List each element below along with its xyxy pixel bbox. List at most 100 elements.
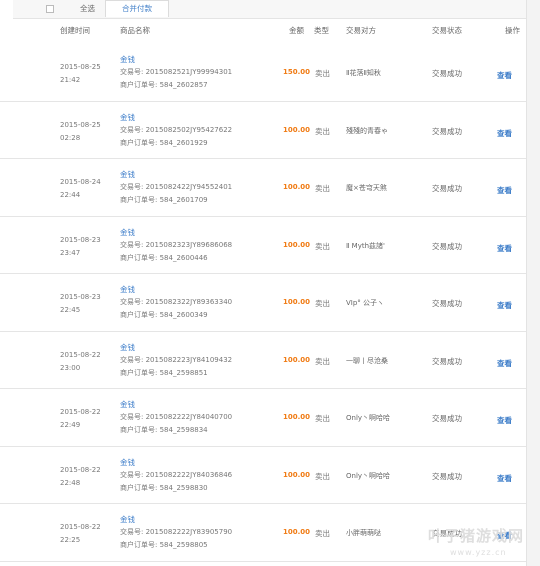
table-row: 2015-08-23 23:47 金钱 交易号: 2015082323JY8968… [0, 217, 527, 274]
trade-number: 交易号: 2015082422JY94552401 [120, 181, 232, 194]
order-number-label: 商户订单号: [120, 541, 158, 549]
goods-name-link[interactable]: 金钱 [120, 341, 232, 354]
trade-number: 交易号: 2015082323JY89686068 [120, 239, 232, 252]
created-time: 2015-08-23 23:47 [60, 234, 101, 260]
order-number-value: 584_2602857 [159, 81, 208, 89]
list-toolbar: 全选 合并付款 [13, 0, 527, 19]
trade-number: 交易号: 2015082521JY99994301 [120, 66, 232, 79]
view-link[interactable]: 查看 [497, 70, 512, 81]
counterparty: Only丶啊哈哈 [346, 414, 391, 422]
vertical-scrollbar[interactable] [526, 0, 540, 566]
trade-amount: 100.00 [283, 470, 311, 479]
select-all-checkbox[interactable] [46, 5, 54, 13]
created-date: 2015-08-24 [60, 178, 101, 186]
order-number-label: 商户订单号: [120, 81, 158, 89]
trade-number: 交易号: 2015082223JY84109432 [120, 354, 232, 367]
goods-name-link[interactable]: 金钱 [120, 398, 232, 411]
created-clock: 23:00 [60, 363, 81, 372]
goods-info: 金钱 交易号: 2015082322JY89363340 商户订单号: 584_… [120, 283, 232, 322]
order-number: 商户订单号: 584_2598834 [120, 424, 232, 437]
order-number-value: 584_2598805 [159, 541, 208, 549]
order-number-value: 584_2598834 [159, 426, 208, 434]
view-link[interactable]: 查看 [497, 415, 512, 426]
trade-list: 2015-08-25 21:42 金钱 交易号: 2015082521JY9999… [0, 44, 527, 562]
table-row: 2015-08-25 21:42 金钱 交易号: 2015082521JY9999… [0, 44, 527, 102]
created-time: 2015-08-22 22:48 [60, 464, 101, 490]
goods-info: 金钱 交易号: 2015082422JY94552401 商户订单号: 584_… [120, 168, 232, 207]
trade-number-label: 交易号: [120, 413, 144, 421]
trade-number-value: 2015082222JY83905790 [145, 528, 233, 536]
created-date: 2015-08-23 [60, 235, 101, 244]
view-link[interactable]: 查看 [497, 128, 512, 139]
trade-type: 卖出 [315, 529, 330, 538]
goods-name-link[interactable]: 金钱 [120, 168, 232, 181]
goods-info: 金钱 交易号: 2015082502JY95427622 商户订单号: 584_… [120, 111, 232, 150]
trade-number-value: 2015082521JY99994301 [145, 68, 233, 76]
counterparty: 殘殘的青春ゃ [346, 126, 388, 135]
order-number: 商户订单号: 584_2601929 [120, 137, 232, 150]
trade-type: 卖出 [315, 471, 330, 481]
goods-name-link[interactable]: 金钱 [120, 513, 232, 526]
table-row: 2015-08-23 22:45 金钱 交易号: 2015082322JY8936… [0, 274, 527, 332]
view-link[interactable]: 查看 [497, 473, 512, 484]
created-time: 2015-08-23 22:45 [60, 291, 101, 317]
trade-status: 交易成功 [432, 126, 462, 136]
trade-number-value: 2015082502JY95427622 [145, 125, 233, 134]
trade-amount: 100.00 [283, 183, 311, 191]
trade-number: 交易号: 2015082222JY84040700 [120, 411, 232, 424]
order-number-value: 584_2601709 [159, 196, 208, 204]
counterparty: Only丶啊哈哈 [346, 471, 391, 480]
order-number-value: 584_2600446 [159, 253, 208, 262]
goods-name-link[interactable]: 金钱 [120, 283, 232, 296]
trade-status: 交易成功 [432, 471, 462, 481]
order-number: 商户订单号: 584_2602857 [120, 79, 232, 92]
trade-status: 交易成功 [432, 184, 462, 193]
column-type: 类型 [314, 26, 329, 35]
trade-amount: 100.00 [283, 413, 311, 421]
created-time: 2015-08-22 22:49 [60, 406, 101, 432]
merge-pay-button[interactable]: 合并付款 [105, 0, 169, 17]
order-number-label: 商户订单号: [120, 483, 158, 492]
column-created: 创建时间 [60, 26, 90, 35]
goods-name-link[interactable]: 金钱 [120, 226, 232, 239]
goods-name-link[interactable]: 金钱 [120, 111, 232, 124]
trade-type: 卖出 [315, 356, 330, 366]
created-time: 2015-08-22 23:00 [60, 349, 101, 375]
trade-status: 交易成功 [432, 299, 462, 308]
created-date: 2015-08-25 [60, 120, 101, 129]
trade-status: 交易成功 [432, 356, 462, 366]
view-link[interactable]: 查看 [497, 358, 512, 369]
view-link[interactable]: 查看 [497, 185, 512, 196]
order-number: 商户订单号: 584_2598851 [120, 367, 232, 380]
order-number-label: 商户订单号: [120, 196, 158, 204]
order-number-label: 商户订单号: [120, 311, 158, 319]
goods-name-link[interactable]: 金钱 [120, 53, 232, 66]
order-number: 商户订单号: 584_2600446 [120, 252, 232, 265]
created-clock: 22:44 [60, 191, 81, 199]
created-time: 2015-08-22 22:25 [60, 521, 101, 547]
counterparty: 一聊丨尽沧桑 [346, 356, 388, 365]
trade-number-label: 交易号: [120, 183, 144, 191]
order-number-label: 商户订单号: [120, 138, 158, 147]
order-number-value: 584_2598851 [159, 368, 208, 377]
counterparty: 魔×苍穹天煞 [346, 184, 387, 192]
order-number-label: 商户订单号: [120, 368, 158, 377]
trade-number-label: 交易号: [120, 68, 144, 76]
column-status: 交易状态 [432, 26, 462, 35]
trade-number-label: 交易号: [120, 470, 144, 479]
select-all-label[interactable]: 全选 [80, 3, 95, 14]
goods-name-link[interactable]: 金钱 [120, 456, 232, 469]
created-clock: 02:28 [60, 133, 81, 142]
created-clock: 22:25 [60, 536, 81, 544]
order-number-value: 584_2601929 [159, 138, 208, 147]
created-date: 2015-08-22 [60, 523, 101, 531]
created-clock: 22:45 [60, 306, 81, 314]
order-number: 商户订单号: 584_2598805 [120, 539, 232, 552]
trade-type: 卖出 [315, 299, 330, 308]
view-link[interactable]: 查看 [497, 243, 512, 254]
view-link[interactable]: 查看 [497, 300, 512, 311]
table-row: 2015-08-22 22:48 金钱 交易号: 2015082222JY8403… [0, 447, 527, 504]
trade-number-label: 交易号: [120, 240, 144, 249]
watermark-logo: 叶子猪游戏网 www.yzz.cn [420, 525, 530, 565]
goods-info: 金钱 交易号: 2015082521JY99994301 商户订单号: 584_… [120, 53, 232, 92]
